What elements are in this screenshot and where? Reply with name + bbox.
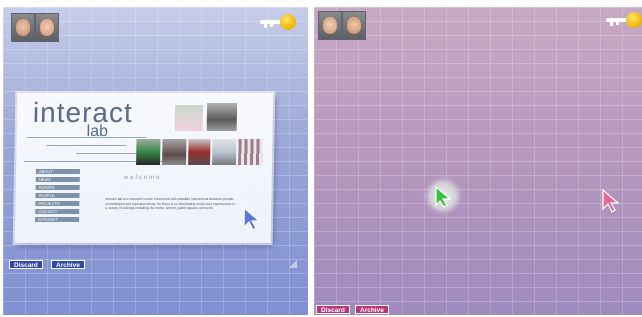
site-circuit-line — [26, 137, 147, 138]
site-thumbnail — [188, 139, 211, 165]
site-thumbnail — [206, 103, 238, 131]
remote-cursor-icon — [243, 207, 261, 231]
top-strip — [0, 0, 642, 7]
discard-button[interactable]: Discard — [9, 260, 43, 269]
key-icon[interactable] — [258, 13, 298, 31]
archive-button[interactable]: Archive — [51, 260, 85, 269]
site-blurb: Interact lab is a research centre concer… — [105, 197, 235, 211]
resize-handle-icon[interactable] — [289, 260, 297, 268]
site-thumbnail — [162, 139, 187, 165]
user-avatar[interactable] — [11, 13, 35, 42]
site-nav-intranet[interactable]: INTRANET — [35, 217, 80, 222]
discard-button[interactable]: Discard — [316, 305, 350, 314]
site-nav-projects[interactable]: PROJECTS — [35, 201, 80, 206]
site-welcome: welcome — [123, 175, 162, 181]
archive-button[interactable]: Archive — [355, 305, 389, 314]
user-avatar[interactable] — [342, 11, 366, 40]
right-workspace[interactable]: Discard Archive — [314, 7, 642, 315]
site-circuit-line — [76, 153, 137, 154]
site-nav-papers[interactable]: PAPERS — [35, 185, 80, 190]
site-nav-news[interactable]: NEWS — [35, 177, 80, 182]
site-nav-about[interactable]: ABOUT — [35, 169, 80, 174]
remote-cursor-icon — [602, 189, 620, 213]
site-logo-sub: lab — [86, 123, 109, 140]
site-nav-people[interactable]: PEOPLE — [35, 193, 80, 198]
site-circuit-line — [46, 145, 127, 146]
site-thumbnail — [174, 105, 204, 131]
shared-document-website[interactable]: interact lab ABOUT NEWS PAPERS PEOPLE PR… — [14, 93, 274, 243]
site-nav-contact[interactable]: CONTACT — [35, 209, 80, 214]
site-thumbnail — [238, 139, 263, 165]
user-avatar[interactable] — [35, 13, 59, 42]
user-avatar[interactable] — [318, 11, 342, 40]
site-thumbnail — [136, 139, 161, 165]
left-workspace[interactable]: interact lab ABOUT NEWS PAPERS PEOPLE PR… — [3, 7, 308, 315]
pointer-cursor-icon — [435, 186, 452, 208]
site-logo: interact — [32, 97, 134, 128]
key-icon[interactable] — [604, 11, 642, 29]
site-thumbnail — [212, 139, 237, 165]
workspace-grid — [314, 7, 642, 315]
